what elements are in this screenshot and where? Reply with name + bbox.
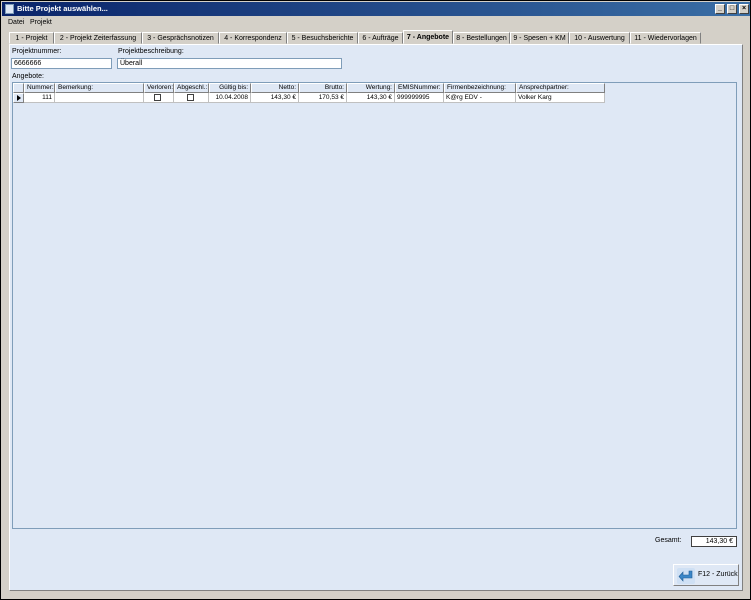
projektnummer-field[interactable]: 6666666 bbox=[11, 58, 112, 69]
projektbeschreibung-label: Projektbeschreibung: bbox=[118, 48, 184, 55]
menu-datei[interactable]: Datei bbox=[8, 17, 24, 28]
menu-projekt[interactable]: Projekt bbox=[30, 17, 52, 28]
tab-gespraechsnotizen[interactable]: 3 - Gesprächsnotizen bbox=[142, 32, 219, 44]
row-indicator-arrow[interactable] bbox=[13, 93, 24, 103]
cell-emisnummer[interactable]: 999999995 bbox=[395, 93, 444, 103]
back-button-label: F12 - Zurück bbox=[698, 571, 738, 578]
tab-besuchsberichte[interactable]: 5 - Besuchsberichte bbox=[287, 32, 358, 44]
cell-abgeschl bbox=[174, 93, 209, 103]
tab-auswertung[interactable]: 10 - Auswertung bbox=[569, 32, 630, 44]
minimize-button[interactable]: _ bbox=[715, 4, 725, 14]
tab-bestellungen[interactable]: 8 - Bestellungen bbox=[453, 32, 510, 44]
tab-zeiterfassung[interactable]: 2 - Projekt Zeiterfassung bbox=[54, 32, 142, 44]
app-icon bbox=[5, 4, 14, 14]
close-button[interactable]: × bbox=[739, 4, 749, 14]
projektnummer-label: Projektnummer: bbox=[12, 48, 62, 55]
back-arrow-icon bbox=[677, 568, 695, 584]
col-abgeschl[interactable]: Abgeschl.: bbox=[174, 83, 209, 93]
col-netto[interactable]: Netto: bbox=[251, 83, 299, 93]
col-gueltig[interactable]: Gültig bis: bbox=[209, 83, 251, 93]
cell-wertung[interactable]: 143,30 € bbox=[347, 93, 395, 103]
col-nummer[interactable]: Nummer: bbox=[24, 83, 55, 93]
back-button[interactable]: F12 - Zurück bbox=[673, 564, 739, 586]
tab-korrespondenz[interactable]: 4 - Korrespondenz bbox=[219, 32, 287, 44]
col-emisnummer[interactable]: EMISNummer: bbox=[395, 83, 444, 93]
offers-grid[interactable]: Nummer: Bemerkung: Verloren: Abgeschl.: … bbox=[12, 82, 737, 529]
tab-spesen[interactable]: 9 - Spesen + KM bbox=[510, 32, 569, 44]
verloren-checkbox[interactable] bbox=[154, 94, 161, 101]
title-bar: Bitte Projekt auswählen... _ □ × bbox=[2, 2, 750, 16]
tab-strip: 1 - Projekt 2 - Projekt Zeiterfassung 3 … bbox=[9, 30, 749, 44]
col-wertung[interactable]: Wertung: bbox=[347, 83, 395, 93]
tab-wiedervorlagen[interactable]: 11 - Wiedervorlagen bbox=[630, 32, 701, 44]
menu-bar: Datei Projekt bbox=[2, 17, 750, 28]
cell-brutto[interactable]: 170,53 € bbox=[299, 93, 347, 103]
col-brutto[interactable]: Brutto: bbox=[299, 83, 347, 93]
angebote-label: Angebote: bbox=[12, 73, 44, 80]
cell-nummer[interactable]: 111 bbox=[24, 93, 55, 103]
col-verloren[interactable]: Verloren: bbox=[144, 83, 174, 93]
abgeschl-checkbox[interactable] bbox=[187, 94, 194, 101]
col-bemerkung[interactable]: Bemerkung: bbox=[55, 83, 144, 93]
cell-ansprechpartner[interactable]: Volker Karg bbox=[516, 93, 605, 103]
main-window: Bitte Projekt auswählen... _ □ × Datei P… bbox=[0, 0, 751, 600]
cell-gueltig[interactable]: 10.04.2008 bbox=[209, 93, 251, 103]
col-firmenbezeichnung[interactable]: Firmenbezeichnung: bbox=[444, 83, 516, 93]
cell-firmenbezeichnung[interactable]: K@rg EDV - bbox=[444, 93, 516, 103]
tab-auftraege[interactable]: 6 - Aufträge bbox=[358, 32, 403, 44]
tab-angebote[interactable]: 7 - Angebote bbox=[403, 30, 453, 44]
cell-bemerkung[interactable] bbox=[55, 93, 144, 103]
gesamt-label: Gesamt: bbox=[655, 537, 682, 544]
grid-corner bbox=[13, 83, 24, 93]
cell-verloren bbox=[144, 93, 174, 103]
window-title: Bitte Projekt auswählen... bbox=[17, 4, 108, 13]
tab-projekt[interactable]: 1 - Projekt bbox=[9, 32, 54, 44]
gesamt-field: 143,30 € bbox=[691, 536, 737, 547]
col-ansprechpartner[interactable]: Ansprechpartner: bbox=[516, 83, 605, 93]
cell-netto[interactable]: 143,30 € bbox=[251, 93, 299, 103]
maximize-button[interactable]: □ bbox=[727, 4, 737, 14]
projektbeschreibung-field[interactable]: Überall bbox=[117, 58, 342, 69]
